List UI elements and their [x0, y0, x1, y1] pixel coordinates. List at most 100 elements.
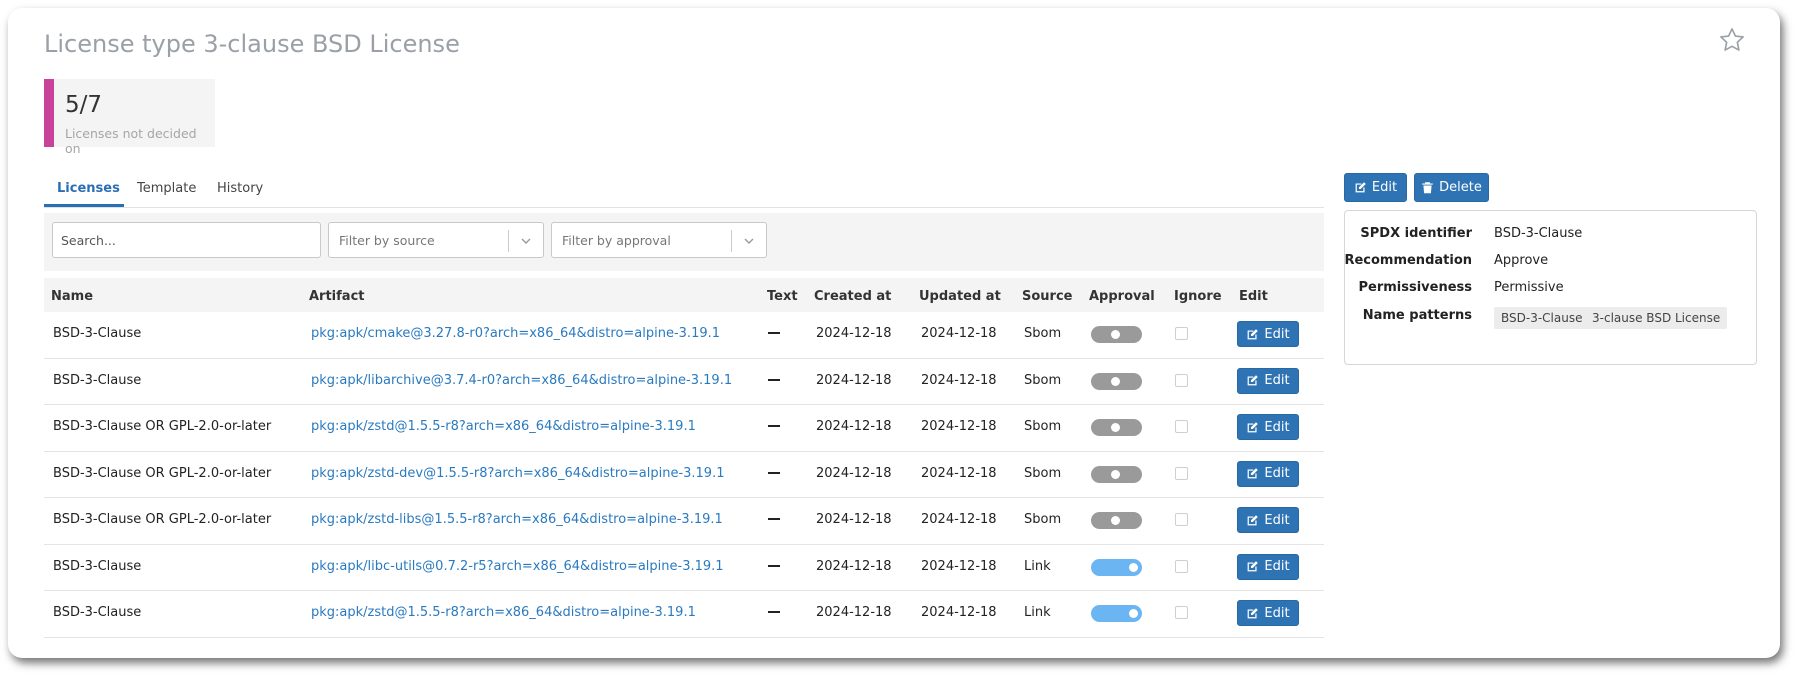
license-name: BSD-3-Clause [53, 558, 142, 574]
license-name: BSD-3-Clause [53, 326, 142, 341]
undecided-stat: 5/7 Licenses not decided on [44, 79, 215, 156]
edit-row-button[interactable]: Edit [1237, 321, 1299, 347]
created-at: 2024-12-18 [816, 372, 892, 388]
toggle-knob [1111, 469, 1120, 479]
star-icon[interactable] [1718, 26, 1746, 54]
edit-icon [1248, 514, 1259, 525]
updated-at: 2024-12-18 [921, 465, 997, 481]
artifact-link[interactable]: pkg:apk/libc-utils@0.7.2-r5?arch=x86_64&… [311, 559, 724, 574]
edit-row-button[interactable]: Edit [1237, 507, 1299, 533]
license-name: BSD-3-Clause OR GPL-2.0-or-later [53, 465, 272, 481]
edit-label: Edit [1264, 466, 1290, 481]
approval-toggle[interactable] [1091, 558, 1142, 576]
source: Sbom [1024, 326, 1062, 341]
created-at: 2024-12-18 [816, 558, 892, 574]
table-row: BSD-3-Clause OR GPL-2.0-or-later pkg:apk/… [44, 452, 1324, 498]
artifact-link[interactable]: pkg:apk/zstd@1.5.5-r8?arch=x86_64&distro… [311, 605, 696, 620]
tab-template[interactable]: Template [137, 181, 196, 196]
approval-toggle[interactable] [1091, 419, 1142, 436]
artifact-link[interactable]: pkg:apk/libarchive@3.7.4-r0?arch=x86_64&… [311, 373, 732, 388]
name-patterns-label: Name patterns [1362, 308, 1472, 323]
created-at: 2024-12-18 [816, 326, 892, 341]
no-text-dash-icon [768, 471, 780, 474]
search-input[interactable] [52, 222, 321, 258]
edit-label: Edit [1264, 326, 1290, 342]
delete-license-type-button[interactable]: Delete [1414, 173, 1489, 202]
edit-row-button[interactable]: Edit [1237, 367, 1299, 394]
edit-row-button[interactable]: Edit [1237, 414, 1299, 440]
spdx-identifier-label: SPDX identifier [1360, 226, 1472, 241]
edit-label: Edit [1371, 180, 1398, 195]
spdx-identifier-value: BSD-3-Clause [1494, 226, 1583, 241]
stat-label: Licenses not decided on [65, 126, 197, 156]
edit-row-button[interactable]: Edit [1237, 553, 1299, 580]
updated-at: 2024-12-18 [921, 419, 997, 434]
toggle-knob [1111, 376, 1120, 386]
chevron-down-icon [521, 238, 531, 244]
edit-icon [1248, 607, 1259, 618]
column-header-text: Text [767, 289, 798, 304]
edit-icon [1248, 468, 1259, 479]
stat-value: 5/7 [65, 92, 103, 118]
column-header-artifact[interactable]: Artifact [309, 289, 365, 304]
source-filter-select[interactable]: Filter by source [328, 222, 544, 258]
ignore-checkbox[interactable] [1175, 327, 1188, 340]
edit-row-button[interactable]: Edit [1237, 460, 1299, 487]
table-header: Name Artifact Text Created at Updated at… [44, 278, 1324, 312]
table-row: BSD-3-Clause pkg:apk/libarchive@3.7.4-r0?… [44, 359, 1324, 405]
column-header-created[interactable]: Created at [814, 289, 891, 304]
tab-bar: Licenses Template History [44, 172, 1324, 208]
approval-filter-select[interactable]: Filter by approval [551, 222, 767, 258]
ignore-checkbox[interactable] [1175, 420, 1188, 433]
approval-toggle[interactable] [1091, 512, 1142, 529]
edit-label: Edit [1264, 512, 1290, 528]
source: Sbom [1024, 419, 1062, 434]
ignore-checkbox[interactable] [1175, 373, 1188, 387]
ignore-checkbox[interactable] [1175, 606, 1188, 619]
ignore-checkbox[interactable] [1175, 466, 1188, 480]
edit-icon [1248, 375, 1259, 386]
table-row: BSD-3-Clause pkg:apk/cmake@3.27.8-r0?arch… [44, 312, 1324, 359]
name-pattern-chip: 3-clause BSD License [1585, 307, 1728, 329]
edit-row-button[interactable]: Edit [1237, 600, 1299, 626]
license-name: BSD-3-Clause [53, 605, 142, 620]
permissiveness-label: Permissiveness [1358, 280, 1472, 295]
source-filter-placeholder: Filter by source [339, 233, 435, 248]
no-text-dash-icon [768, 564, 780, 567]
edit-label: Edit [1264, 605, 1290, 621]
tab-licenses[interactable]: Licenses [57, 181, 120, 196]
table-row: BSD-3-Clause OR GPL-2.0-or-later pkg:apk/… [44, 405, 1324, 452]
table-row: BSD-3-Clause pkg:apk/zstd@1.5.5-r8?arch=x… [44, 591, 1324, 638]
approval-toggle[interactable] [1091, 326, 1142, 343]
column-header-name[interactable]: Name [51, 289, 93, 304]
artifact-link[interactable]: pkg:apk/zstd-dev@1.5.5-r8?arch=x86_64&di… [311, 466, 724, 481]
approval-toggle[interactable] [1091, 465, 1142, 483]
artifact-link[interactable]: pkg:apk/zstd@1.5.5-r8?arch=x86_64&distro… [311, 419, 696, 434]
name-pattern-chip: BSD-3-Clause [1494, 307, 1590, 329]
artifact-link[interactable]: pkg:apk/cmake@3.27.8-r0?arch=x86_64&dist… [311, 326, 720, 341]
no-text-dash-icon [768, 332, 780, 334]
ignore-checkbox[interactable] [1175, 559, 1188, 573]
approval-toggle[interactable] [1091, 605, 1142, 622]
created-at: 2024-12-18 [816, 465, 892, 481]
column-header-ignore[interactable]: Ignore [1174, 289, 1222, 304]
edit-icon [1248, 328, 1259, 339]
toggle-knob [1129, 609, 1138, 618]
ignore-checkbox[interactable] [1175, 513, 1188, 526]
chevron-down-icon [744, 238, 754, 244]
edit-label: Edit [1264, 373, 1290, 388]
approval-toggle[interactable] [1091, 372, 1142, 390]
updated-at: 2024-12-18 [921, 326, 997, 341]
recommendation-value: Approve [1494, 253, 1549, 268]
table-row: BSD-3-Clause OR GPL-2.0-or-later pkg:apk/… [44, 498, 1324, 545]
artifact-link[interactable]: pkg:apk/zstd-libs@1.5.5-r8?arch=x86_64&d… [311, 512, 723, 527]
column-header-source[interactable]: Source [1022, 289, 1072, 304]
tab-history[interactable]: History [217, 181, 263, 196]
updated-at: 2024-12-18 [921, 372, 997, 388]
source: Sbom [1024, 465, 1062, 481]
edit-license-type-button[interactable]: Edit [1344, 173, 1407, 202]
column-header-approval[interactable]: Approval [1089, 289, 1155, 304]
approval-filter-placeholder: Filter by approval [562, 233, 671, 248]
created-at: 2024-12-18 [816, 419, 892, 434]
column-header-updated[interactable]: Updated at [919, 289, 1001, 304]
